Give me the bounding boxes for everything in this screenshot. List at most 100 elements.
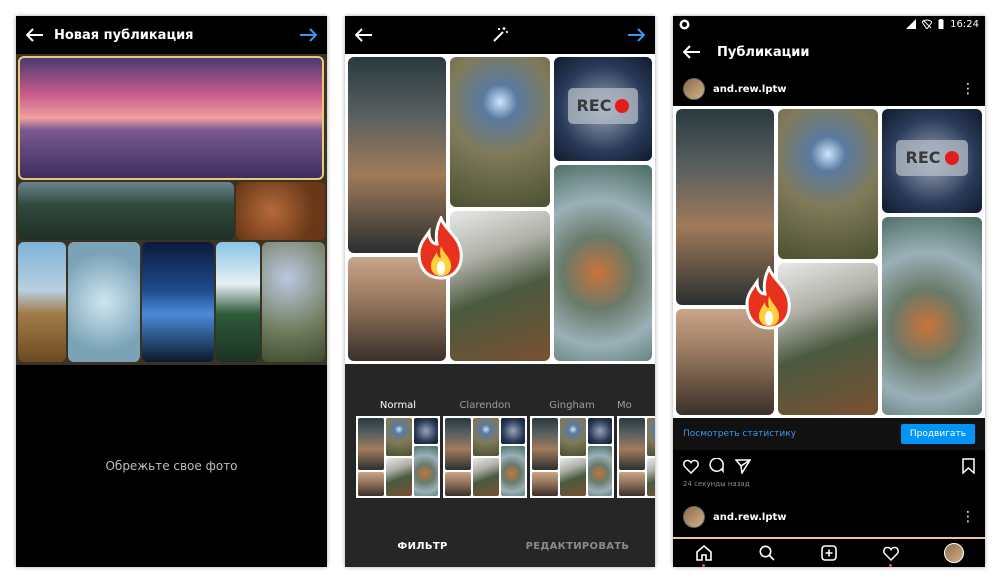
top-bar: Новая публикация — [16, 16, 327, 54]
photo-rec: REC — [882, 109, 982, 213]
back-button[interactable] — [673, 33, 711, 71]
plus-square-icon — [821, 545, 837, 561]
magic-wand-button[interactable] — [481, 16, 519, 54]
photo-fox-closeup — [236, 182, 325, 240]
notification-dot — [889, 564, 893, 567]
photo-tree — [262, 242, 325, 362]
thumb-photo — [501, 418, 525, 444]
search-icon — [759, 545, 775, 561]
tab-filter[interactable]: ФИЛЬТР — [345, 541, 500, 552]
top-bar: Публикации — [673, 32, 985, 72]
insights-row: Посмотреть статистику Продвигать — [673, 418, 985, 450]
post-image[interactable]: REC — [673, 106, 985, 418]
filter-screen: REC Normal Clarendon Gingham Mo ФИЛЬТР Р… — [345, 16, 655, 567]
collage-preview: REC — [345, 54, 655, 364]
username[interactable]: and.rew.lptw — [713, 512, 961, 523]
view-insights-link[interactable]: Посмотреть статистику — [683, 429, 796, 439]
bookmark-icon[interactable] — [962, 458, 975, 474]
filter-label: Normal — [379, 400, 417, 411]
photo-red-panda — [882, 217, 982, 415]
thumb-photo — [473, 418, 499, 456]
tab-edit[interactable]: РЕДАКТИРОВАТЬ — [500, 541, 655, 552]
share-icon[interactable] — [735, 458, 751, 474]
fire-sticker — [745, 266, 791, 330]
filter-normal[interactable]: Normal — [356, 400, 440, 498]
page-title: Новая публикация — [54, 27, 194, 43]
filter-thumbnail — [617, 416, 655, 498]
heart-icon[interactable] — [683, 459, 699, 474]
next-button[interactable] — [617, 16, 655, 54]
record-dot — [944, 150, 959, 165]
next-button[interactable] — [289, 16, 327, 54]
more-options-icon[interactable]: ⋮ — [961, 509, 975, 525]
signal-icon — [906, 19, 917, 29]
avatar[interactable] — [683, 506, 705, 528]
more-options-icon[interactable]: ⋮ — [961, 81, 975, 97]
filter-label: Gingham — [549, 400, 595, 411]
post-actions — [673, 454, 985, 478]
thumb-photo — [560, 418, 586, 456]
bottom-navigation — [673, 537, 985, 567]
nav-create[interactable] — [817, 541, 841, 565]
editor-tabs: ФИЛЬТР РЕДАКТИРОВАТЬ — [345, 531, 655, 561]
notification-dot — [702, 564, 706, 567]
crop-hint: Обрежьте свое фото — [105, 459, 238, 473]
thumb-photo — [532, 472, 558, 496]
photo-sunset — [18, 56, 324, 180]
status-bar: 16:24 — [673, 16, 985, 32]
photo-mountain — [216, 242, 260, 362]
nav-search[interactable] — [755, 541, 779, 565]
filter-mo[interactable]: Mo — [617, 400, 655, 498]
collage-preview[interactable] — [16, 54, 327, 365]
status-icons: 16:24 — [906, 19, 979, 30]
thumb-photo — [588, 446, 612, 496]
avatar[interactable] — [683, 78, 705, 100]
thumb-photo — [619, 418, 645, 470]
back-button[interactable] — [345, 16, 383, 54]
thumb-photo — [386, 458, 412, 496]
photo-city — [142, 242, 214, 362]
thumb-photo — [501, 446, 525, 496]
thumb-photo — [532, 418, 558, 470]
arrow-left-icon — [683, 45, 700, 59]
thumb-photo — [647, 418, 655, 456]
back-button[interactable] — [16, 16, 54, 54]
rec-text: REC — [576, 96, 612, 116]
page-title: Публикации — [717, 44, 810, 60]
notification-icon — [679, 19, 690, 29]
wifi-off-icon — [922, 19, 933, 29]
top-bar — [345, 16, 655, 54]
home-icon — [696, 545, 712, 561]
photo-rec: REC — [554, 57, 652, 161]
rec-sticker: REC — [567, 88, 639, 124]
record-dot — [615, 98, 630, 113]
filter-clarendon[interactable]: Clarendon — [443, 400, 527, 498]
nav-activity[interactable] — [879, 541, 903, 567]
promote-button[interactable]: Продвигать — [900, 424, 975, 444]
thumb-photo — [647, 458, 655, 496]
nav-profile[interactable] — [942, 541, 966, 565]
arrow-right-icon — [300, 28, 317, 42]
thumb-photo — [473, 458, 499, 496]
filter-panel: Normal Clarendon Gingham Mo ФИЛЬТР РЕДАК… — [345, 364, 655, 567]
rec-text: REC — [905, 148, 941, 168]
thumb-photo — [386, 418, 412, 456]
thumb-photo — [445, 472, 471, 496]
crop-area: Обрежьте свое фото — [16, 365, 327, 567]
filter-label: Mo — [617, 400, 632, 411]
heart-icon — [883, 546, 900, 561]
photo-sky — [450, 57, 550, 207]
thumb-photo — [588, 418, 612, 444]
arrow-left-icon — [355, 28, 372, 42]
filter-gingham[interactable]: Gingham — [530, 400, 614, 498]
thumb-photo — [619, 472, 645, 496]
photo-forest — [18, 182, 234, 240]
nav-home[interactable] — [692, 541, 716, 567]
comment-icon[interactable] — [709, 458, 725, 474]
filter-thumbnail — [356, 416, 440, 498]
username[interactable]: and.rew.lptw — [713, 84, 961, 95]
magic-wand-icon — [493, 27, 508, 42]
filter-thumbnail — [443, 416, 527, 498]
thumb-photo — [560, 458, 586, 496]
post-timestamp: 24 секунды назад — [683, 480, 750, 488]
